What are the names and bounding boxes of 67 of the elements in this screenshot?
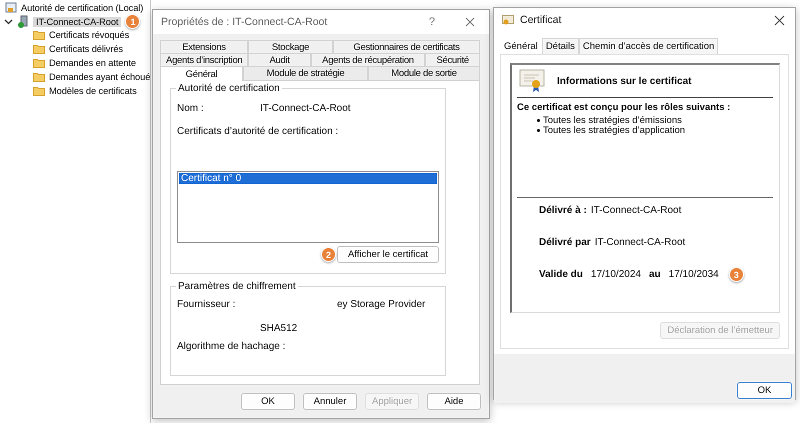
chevron-icon[interactable] xyxy=(4,17,13,26)
field-label: Nom : xyxy=(177,103,205,114)
tab[interactable]: Sécurité xyxy=(425,53,480,66)
tree-item[interactable]: Certificats délivrés xyxy=(49,44,123,54)
folder-icon xyxy=(33,72,45,82)
folder-icon xyxy=(33,86,45,96)
ok-button[interactable]: OK xyxy=(737,382,792,399)
field-value: ey Storage Provider xyxy=(337,299,426,310)
tab[interactable]: Agents de récupération xyxy=(310,53,426,66)
tab[interactable]: Module de stratégie xyxy=(243,66,368,80)
tab[interactable]: Stockage xyxy=(248,40,333,53)
folder-icon xyxy=(33,58,45,68)
dialog-button[interactable]: Annuler xyxy=(303,393,357,410)
certificate-icon xyxy=(502,14,514,26)
tab[interactable]: Extensions xyxy=(160,40,248,53)
view-certificate-button[interactable]: Afficher le certificat xyxy=(337,246,439,263)
tab[interactable]: Module de sortie xyxy=(368,66,480,80)
tab[interactable]: Audit xyxy=(248,53,311,66)
tree-item[interactable]: Demandes ayant échoué xyxy=(49,72,150,82)
group-legend: Paramètres de chiffrement xyxy=(176,281,298,292)
field-label: Délivré à : xyxy=(539,205,587,216)
purpose-item: Toutes les stratégies d’application xyxy=(543,124,686,136)
field-label: Valide du xyxy=(539,269,583,280)
list-item[interactable]: Certificat n° 0 xyxy=(179,173,437,184)
certificate-list[interactable]: Certificat n° 0 xyxy=(177,171,439,243)
tab[interactable]: Détails xyxy=(542,38,579,54)
tree-item[interactable]: Demandes en attente xyxy=(49,58,136,68)
dialog-button[interactable]: Aide xyxy=(427,393,481,410)
step-badge: 2 xyxy=(321,247,336,262)
close-icon[interactable] xyxy=(774,14,785,26)
tab[interactable]: Chemin d’accès de certification xyxy=(578,38,718,54)
authority-icon xyxy=(5,2,17,14)
field-value: 17/10/2024 xyxy=(590,269,641,280)
tree-item[interactable]: IT-Connect-CA-Root xyxy=(33,16,122,27)
field-label: Certificats d’autorité de certification : xyxy=(177,126,340,137)
field-label: au xyxy=(648,269,661,280)
group-legend: Autorité de certification xyxy=(176,83,282,94)
window-title: Propriétés de : IT-Connect-CA-Root xyxy=(161,16,328,28)
folder-icon xyxy=(33,30,45,40)
dialog-button[interactable]: OK xyxy=(241,393,295,410)
purpose-title: Ce certificat est conçu pour les rôles suivants : xyxy=(517,102,732,113)
step-badge: 3 xyxy=(728,267,744,282)
field-value: IT-Connect-CA-Root xyxy=(590,205,682,216)
field-value: IT-Connect-CA-Root xyxy=(594,237,686,248)
bullet-icon xyxy=(537,118,540,122)
tree-item[interactable]: Autorité de certification (Local) xyxy=(21,2,144,13)
certificate-icon xyxy=(519,69,545,93)
window-title: Certificat xyxy=(520,14,562,26)
purpose-item: Toutes les stratégies d’émissions xyxy=(543,114,682,126)
help-button[interactable]: ? xyxy=(428,16,435,28)
field-value: IT-Connect-CA-Root xyxy=(260,103,351,114)
field-label: Algorithme de hachage : xyxy=(177,341,286,352)
bullet-icon xyxy=(537,128,540,132)
field-value: SHA512 xyxy=(260,323,298,334)
tree-item[interactable]: Certificats révoqués xyxy=(49,30,130,40)
field-label: Délivré par xyxy=(539,237,591,248)
step-badge: 1 xyxy=(125,14,140,30)
tree-item[interactable]: Modèles de certificats xyxy=(49,86,137,96)
field-value: 17/10/2034 xyxy=(668,269,719,280)
tab[interactable]: Général xyxy=(160,66,243,81)
folder-icon xyxy=(33,44,45,54)
tab[interactable]: Gestionnaires de certificats xyxy=(333,40,480,53)
server-icon xyxy=(17,15,29,28)
close-icon[interactable] xyxy=(465,17,475,27)
tab[interactable]: Agents d’inscription xyxy=(160,53,248,66)
field-label: Fournisseur : xyxy=(177,299,236,310)
section-heading: Informations sur le certificat xyxy=(557,76,692,86)
